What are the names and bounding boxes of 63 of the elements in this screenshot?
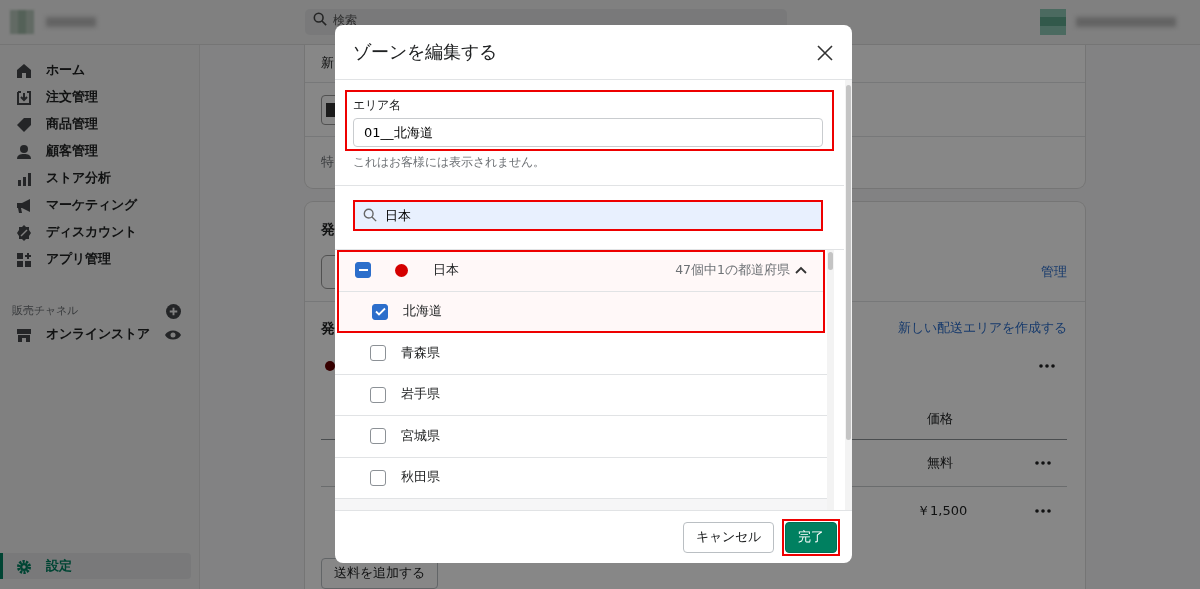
search-placeholder: 検索 bbox=[333, 12, 357, 28]
country-name: 日本 bbox=[433, 260, 459, 279]
more-icon[interactable] bbox=[1035, 461, 1051, 465]
inbox-icon bbox=[16, 89, 32, 106]
column-header: 価格 bbox=[927, 409, 953, 428]
sidebar-item[interactable]: ディスカウント bbox=[0, 219, 199, 246]
section-heading: 販売チャネル bbox=[12, 302, 78, 319]
heading-fragment: 発 bbox=[321, 219, 335, 239]
modal-title: ゾーンを編集する bbox=[353, 41, 497, 63]
sidebar-item[interactable]: 顧客管理 bbox=[0, 138, 199, 165]
gear-icon bbox=[16, 558, 32, 575]
checkbox[interactable] bbox=[370, 386, 386, 403]
discount-icon bbox=[16, 224, 32, 241]
sidebar-item[interactable]: 設定 bbox=[0, 553, 191, 580]
region-name: 岩手県 bbox=[401, 385, 440, 404]
text-fragment: 新 bbox=[321, 53, 334, 72]
more-icon[interactable] bbox=[1035, 508, 1051, 513]
person-icon bbox=[16, 143, 32, 160]
home-icon bbox=[16, 62, 32, 79]
help-text: これはお客様には表示されません。 bbox=[353, 154, 546, 171]
done-button[interactable]: 完了 bbox=[785, 521, 837, 553]
scrollbar[interactable] bbox=[845, 80, 852, 510]
heading-fragment: 発 bbox=[321, 318, 335, 338]
region-name: 秋田県 bbox=[401, 468, 440, 487]
create-zone-link[interactable]: 新しい配送エリアを作成する bbox=[898, 318, 1067, 338]
add-icon[interactable] bbox=[166, 303, 181, 319]
chevron-icon[interactable] bbox=[795, 266, 807, 275]
more-icon[interactable] bbox=[1039, 364, 1055, 368]
checkbox[interactable] bbox=[355, 262, 371, 279]
search-field[interactable]: 日本 bbox=[355, 202, 821, 229]
tag-icon bbox=[16, 116, 32, 133]
region-name: 宮城県 bbox=[401, 426, 440, 445]
text-fragment: 特 bbox=[321, 153, 334, 172]
sidebar-item[interactable]: マーケティング bbox=[0, 192, 199, 219]
checkbox[interactable] bbox=[372, 303, 388, 320]
apps-icon bbox=[16, 251, 32, 268]
region-name: 北海道 bbox=[403, 302, 442, 321]
search-icon bbox=[313, 12, 327, 26]
manage-link[interactable]: 管理 bbox=[1041, 261, 1067, 282]
selection-count: 47個中1の都道府県 bbox=[675, 260, 790, 279]
sidebar-item[interactable]: アプリ管理 bbox=[0, 246, 199, 273]
input-field[interactable]: 01__北海道 bbox=[353, 118, 823, 147]
checkbox[interactable] bbox=[370, 469, 386, 486]
sidebar-item[interactable]: 注文管理 bbox=[0, 84, 199, 111]
store-name-bar bbox=[46, 17, 96, 27]
field-label: エリア名 bbox=[353, 97, 402, 114]
sidebar-item[interactable]: ホーム bbox=[0, 57, 199, 84]
eye-icon[interactable] bbox=[165, 328, 181, 341]
region-name: 青森県 bbox=[401, 343, 440, 362]
sidebar-item[interactable]: ストア分析 bbox=[0, 165, 199, 192]
status-dot bbox=[325, 361, 335, 371]
megaphone-icon bbox=[16, 197, 32, 214]
scrollbar[interactable] bbox=[827, 250, 834, 510]
cancel-button[interactable]: キャンセル bbox=[683, 521, 774, 553]
table-cell-text: ￥1,500 bbox=[917, 501, 969, 520]
table-cell-text: 無料 bbox=[927, 454, 954, 473]
bar-chart-icon bbox=[16, 170, 32, 187]
close-icon bbox=[817, 44, 833, 61]
checkbox[interactable] bbox=[370, 428, 386, 445]
sidebar-item[interactable]: オンラインストア bbox=[0, 321, 150, 348]
checkbox[interactable] bbox=[370, 345, 386, 362]
sidebar-item[interactable]: 商品管理 bbox=[0, 111, 199, 138]
store-icon bbox=[16, 326, 32, 343]
